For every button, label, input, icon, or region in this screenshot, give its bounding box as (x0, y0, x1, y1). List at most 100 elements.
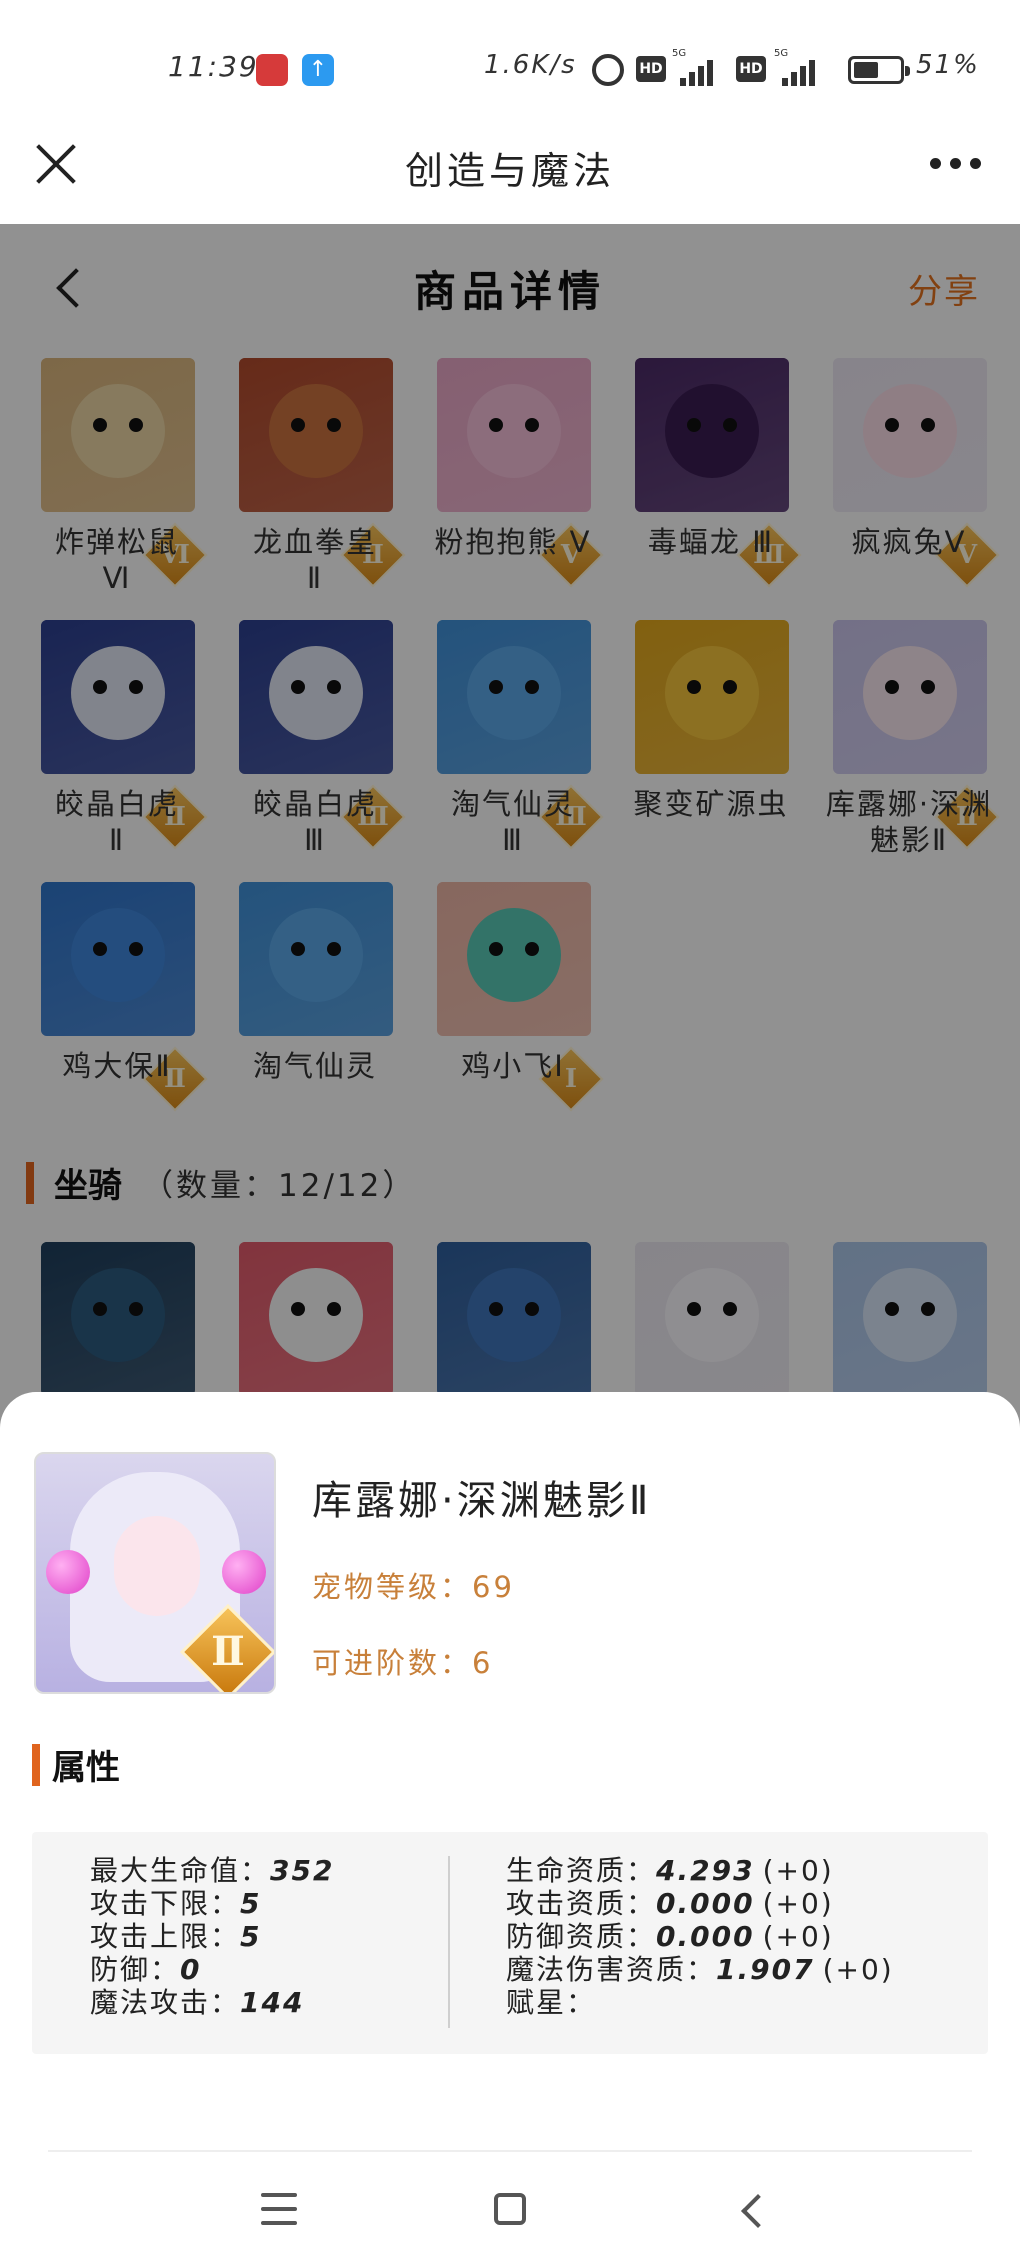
aptitude-column: 生命资质：4.293 (+0) 攻击资质：0.000 (+0) 防御资质：0.000 (+… (506, 1854, 894, 2019)
attribute-label: 攻击上限： (90, 1920, 241, 1953)
signal-icon: 5G (672, 48, 720, 86)
attribute-row: 魔法攻击：144 (90, 1986, 334, 2019)
battery-percent: 51% (916, 50, 980, 80)
pet-image (437, 620, 591, 774)
attribute-value: 1.907 (716, 1953, 815, 1986)
pet-image (437, 882, 591, 1036)
back-nav-icon[interactable] (738, 2195, 768, 2225)
attribute-row: 最大生命值：352 (90, 1854, 334, 1887)
pet-name-label: 毒蝠龙 Ⅲ (647, 525, 775, 559)
attribute-value: 5 (240, 1920, 262, 1953)
more-icon[interactable] (930, 156, 982, 172)
mount-image (239, 1242, 393, 1396)
pet-name-label: 淘气仙灵 Ⅲ (450, 787, 575, 857)
attribute-row: 防御：0 (90, 1953, 334, 1986)
pet-item[interactable]: Ⅲ 淘气仙灵 Ⅲ (422, 610, 604, 857)
attribute-label: 赋星： (506, 1986, 597, 2019)
pet-item[interactable]: Ⅴ 粉抱抱熊 Ⅴ (422, 348, 604, 592)
pet-image (239, 882, 393, 1036)
attribute-row: 攻击上限：5 (90, 1920, 334, 1953)
attributes-label: 属性 (52, 1748, 120, 1788)
pet-image (635, 358, 789, 512)
app-bar: 创造与魔法 (0, 120, 1020, 224)
detail-title: 商品详情 (413, 267, 606, 316)
menu-icon[interactable] (261, 2193, 297, 2227)
pet-image (635, 620, 789, 774)
column-divider (448, 1856, 450, 2028)
pet-name-label: 龙血拳皇 Ⅱ (252, 525, 377, 595)
section-accent-bar (26, 1162, 34, 1204)
pet-item[interactable]: Ⅴ 疯疯兔Ⅴ (818, 348, 1000, 592)
mount-image (635, 1242, 789, 1396)
attribute-label: 魔法伤害资质： (506, 1953, 717, 1986)
attribute-value: 0 (180, 1953, 202, 1986)
attribute-value: 4.293 (656, 1854, 755, 1887)
rank-badge-text: Ⅱ (211, 1628, 245, 1675)
pet-item[interactable]: Ⅵ 炸弹松鼠 Ⅵ (26, 348, 208, 595)
hd-icon: HD (636, 56, 666, 82)
pet-image (833, 620, 987, 774)
alarm-icon (592, 54, 624, 86)
pet-item[interactable]: Ⅱ 龙血拳皇 Ⅱ (224, 348, 406, 595)
network-speed: 1.6K/s (484, 50, 577, 80)
status-time: 11:39 (168, 50, 259, 83)
pet-image (41, 620, 195, 774)
pet-name-label: 疯疯兔Ⅴ (851, 525, 967, 559)
attribute-increment: (+0) (762, 1854, 834, 1887)
pet-name-label: 鸡大保Ⅱ (62, 1049, 172, 1083)
pet-name: 库露娜·深渊魅影Ⅱ (312, 1478, 652, 1524)
attribute-value: 144 (240, 1986, 305, 2019)
attribute-row: 魔法伤害资质：1.907 (+0) (506, 1953, 894, 1986)
pet-image (437, 358, 591, 512)
pet-item[interactable]: 淘气仙灵 (224, 872, 406, 1116)
pet-name-label: 炸弹松鼠 Ⅵ (54, 525, 179, 595)
pet-item[interactable]: Ⅱ 库露娜·深渊魅影Ⅱ (818, 610, 1000, 857)
mount-image (41, 1242, 195, 1396)
status-bar: 11:39 ↑ 1.6K/s HD 5G HD 5G 51% (0, 0, 1020, 120)
home-icon[interactable] (494, 2193, 526, 2225)
pet-item[interactable]: Ⅰ 鸡小飞Ⅰ (422, 872, 604, 1116)
pet-name-label: 鸡小飞Ⅰ (461, 1049, 565, 1083)
divider (48, 2150, 972, 2152)
attribute-label: 魔法攻击： (90, 1986, 241, 2019)
attribute-label: 防御资质： (506, 1920, 657, 1953)
system-nav-bar (0, 2165, 1020, 2267)
mount-image (833, 1242, 987, 1396)
pet-detail-sheet: Ⅱ 库露娜·深渊魅影Ⅱ 宠物等级：69 可进阶数：6 属性 最大生命值：352 攻… (0, 1392, 1020, 2267)
attribute-row: 赋星： (506, 1986, 894, 2019)
attribute-label: 攻击下限： (90, 1887, 241, 1920)
mounts-count: （数量：12/12） (142, 1168, 417, 1204)
hd-icon-2: HD (736, 56, 766, 82)
pet-name-label: 皎晶白虎 Ⅲ (252, 787, 377, 857)
pet-item[interactable]: Ⅱ 皎晶白虎 Ⅱ (26, 610, 208, 857)
base-stats-column: 最大生命值：352 攻击下限：5 攻击上限：5 防御：0 魔法攻击：144 (90, 1854, 334, 2019)
attribute-label: 攻击资质： (506, 1887, 657, 1920)
pet-name-label: 粉抱抱熊 Ⅴ (434, 525, 592, 559)
attribute-row: 防御资质：0.000 (+0) (506, 1920, 894, 1953)
attribute-label: 最大生命值： (90, 1854, 271, 1887)
share-button[interactable]: 分享 (908, 264, 980, 313)
pet-item[interactable]: Ⅱ 鸡大保Ⅱ (26, 872, 208, 1116)
battery-icon (848, 56, 910, 84)
pet-level: 宠物等级：69 (312, 1570, 515, 1604)
pet-avatar: Ⅱ (34, 1452, 276, 1694)
attribute-label: 防御： (90, 1953, 181, 1986)
app-title: 创造与魔法 (404, 149, 615, 193)
pet-name-label: 库露娜·深渊魅影Ⅱ (825, 787, 993, 857)
pet-name-label: 聚变矿源虫 (633, 787, 789, 821)
signal-icon-2: 5G (774, 48, 822, 86)
upload-notification-icon: ↑ (302, 54, 334, 86)
detail-header: 商品详情 分享 (0, 224, 1020, 348)
pet-item[interactable]: Ⅲ 毒蝠龙 Ⅲ (620, 348, 802, 592)
pet-item[interactable]: Ⅲ 皎晶白虎 Ⅲ (224, 610, 406, 857)
attribute-row: 攻击资质：0.000 (+0) (506, 1887, 894, 1920)
attribute-increment: (+0) (762, 1887, 834, 1920)
pet-item[interactable]: 聚变矿源虫 (620, 610, 802, 854)
pet-image (41, 358, 195, 512)
attribute-value: 0.000 (656, 1920, 755, 1953)
mounts-label: 坐骑 (54, 1166, 122, 1206)
pet-image (41, 882, 195, 1036)
pet-image (239, 358, 393, 512)
advance-count: 可进阶数：6 (312, 1646, 494, 1680)
attribute-value: 352 (270, 1854, 335, 1887)
